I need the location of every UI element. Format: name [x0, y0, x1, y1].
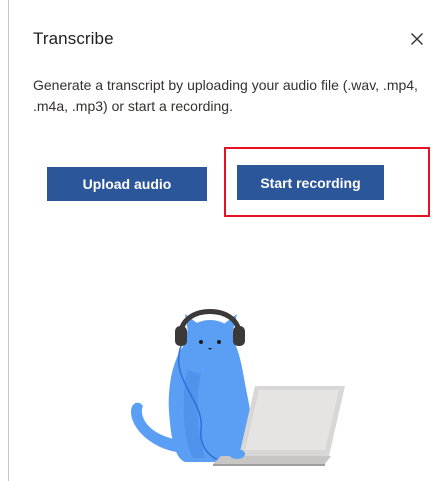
cat-head [184, 320, 236, 364]
headphone-cup-right [233, 326, 245, 346]
cat-illustration [131, 309, 345, 466]
pane-header: Transcribe [33, 28, 428, 52]
transcribe-pane: Transcribe Generate a transcript by uplo… [8, 0, 440, 481]
pane-description: Generate a transcript by uploading your … [33, 77, 418, 114]
upload-audio-button[interactable]: Upload audio [47, 167, 207, 201]
laptop-base [213, 456, 331, 464]
headphone-cup-left [175, 326, 187, 346]
start-recording-button[interactable]: Start recording [237, 165, 384, 200]
cat-paw [229, 449, 245, 459]
close-icon [411, 33, 423, 45]
pane-title: Transcribe [33, 29, 114, 48]
close-button[interactable] [406, 28, 428, 50]
